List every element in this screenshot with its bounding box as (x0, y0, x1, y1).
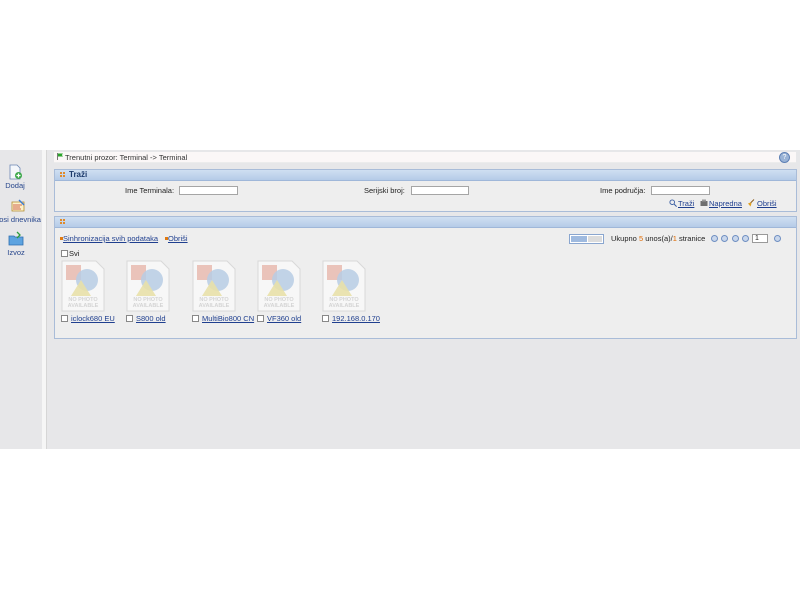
select-all-checkbox[interactable] (61, 250, 68, 257)
search-panel-header: Traži (55, 170, 796, 181)
prev-page-icon[interactable] (721, 235, 728, 242)
list-view-button[interactable] (571, 236, 587, 242)
no-photo-icon: NO PHOTO AVAILABLE (192, 260, 236, 312)
device-checkbox[interactable] (322, 315, 329, 322)
grip-icon (60, 219, 65, 224)
serial-number-label: Serijski broj: (364, 186, 405, 195)
breadcrumb: Trenutni prozor: Terminal -> Terminal ? (54, 152, 796, 163)
no-photo-text: NO PHOTO AVAILABLE (199, 297, 230, 309)
left-sidebar: Dodaj posi dnevnika Izvoz (0, 150, 42, 449)
device-name-link[interactable]: VF360 old (267, 314, 301, 323)
no-photo-icon: NO PHOTO AVAILABLE (322, 260, 366, 312)
no-photo-text: NO PHOTO AVAILABLE (133, 297, 164, 309)
advanced-search-link[interactable]: Napredna (709, 199, 742, 208)
device-name-link[interactable]: MultiBio800 CN (202, 314, 254, 323)
search-link[interactable]: Traži (678, 199, 694, 208)
flag-icon (57, 153, 63, 160)
total-mid: unos(a)/ (643, 234, 673, 243)
device-name-link[interactable]: iclock680 EU (71, 314, 115, 323)
help-icon[interactable]: ? (779, 152, 790, 163)
grip-icon (60, 172, 65, 177)
device-checkbox[interactable] (126, 315, 133, 322)
search-panel-title: Traži (69, 170, 88, 179)
delete-link[interactable]: Obriši (168, 234, 188, 243)
add-document-icon (7, 164, 23, 180)
search-icon (669, 199, 677, 209)
next-page-icon[interactable] (732, 235, 739, 242)
breadcrumb-text: Trenutni prozor: Terminal -> Terminal (65, 153, 188, 162)
search-panel: Traži Ime Terminala: Serijski broj: Ime … (54, 169, 797, 212)
sidebar-item-log[interactable]: posi dnevnika (0, 198, 42, 224)
sidebar-splitter[interactable] (42, 150, 47, 449)
clear-search-link[interactable]: Obriši (757, 199, 777, 208)
log-icon (10, 198, 26, 214)
device-checkbox[interactable] (61, 315, 68, 322)
page-number-input[interactable]: 1 (752, 234, 768, 243)
advanced-icon (700, 199, 708, 209)
no-photo-icon: NO PHOTO AVAILABLE (257, 260, 301, 312)
sidebar-item-add[interactable]: Dodaj (0, 164, 42, 190)
pagination-summary: Ukupno 5 unos(a)/1 stranice (611, 234, 705, 243)
terminal-name-input[interactable] (179, 186, 238, 195)
go-page-icon[interactable] (774, 235, 781, 242)
total-prefix: Ukupno (611, 234, 639, 243)
results-panel-header (55, 217, 796, 228)
export-folder-icon (8, 231, 24, 247)
sync-all-link[interactable]: Sinhronizacija svih podataka (63, 234, 158, 243)
sidebar-item-label: Dodaj (5, 181, 25, 190)
broom-icon (747, 199, 755, 209)
grid-view-button[interactable] (588, 236, 602, 242)
view-toggle[interactable] (569, 234, 604, 244)
no-photo-text: NO PHOTO AVAILABLE (329, 297, 360, 309)
device-checkbox[interactable] (257, 315, 264, 322)
terminal-name-label: Ime Terminala: (125, 186, 175, 195)
serial-number-input[interactable] (411, 186, 469, 195)
sidebar-item-label: Izvoz (7, 248, 25, 257)
first-page-icon[interactable] (711, 235, 718, 242)
area-name-input[interactable] (651, 186, 710, 195)
device-name-link[interactable]: 192.168.0.170 (332, 314, 380, 323)
total-suffix: stranice (676, 234, 706, 243)
sidebar-item-label: posi dnevnika (0, 215, 41, 224)
device-checkbox[interactable] (192, 315, 199, 322)
sidebar-item-export[interactable]: Izvoz (0, 231, 42, 257)
no-photo-text: NO PHOTO AVAILABLE (264, 297, 295, 309)
no-photo-icon: NO PHOTO AVAILABLE (61, 260, 105, 312)
no-photo-text: NO PHOTO AVAILABLE (68, 297, 99, 309)
area-name-label: Ime područja: (600, 186, 646, 195)
device-name-link[interactable]: S800 old (136, 314, 166, 323)
no-photo-icon: NO PHOTO AVAILABLE (126, 260, 170, 312)
select-all-label: Svi (69, 249, 80, 258)
results-panel: Sinhronizacija svih podataka Obriši Svi … (54, 216, 797, 339)
last-page-icon[interactable] (742, 235, 749, 242)
